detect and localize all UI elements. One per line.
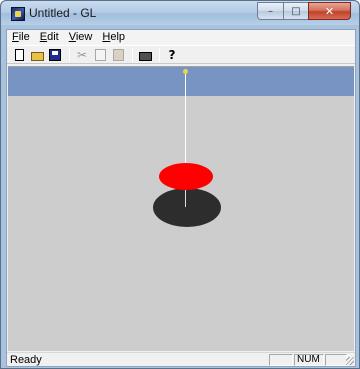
copy-button[interactable] [92, 47, 108, 63]
menu-view-rest: iew [75, 31, 93, 43]
pendulum-pivot [183, 69, 188, 74]
help-button[interactable]: ? [164, 47, 180, 63]
window-title: Untitled - GL [29, 6, 97, 20]
title-bar[interactable]: Untitled - GL – □ ✕ [1, 1, 359, 25]
menu-help[interactable]: Help [97, 30, 130, 45]
app-window: Untitled - GL – □ ✕ File Edit View Help … [0, 0, 360, 369]
copy-icon [94, 48, 106, 61]
close-button[interactable]: ✕ [308, 2, 351, 20]
save-button[interactable] [47, 47, 63, 63]
print-button[interactable] [137, 47, 153, 63]
print-icon [138, 51, 152, 61]
toolbar-separator [69, 47, 70, 62]
opengl-app-icon[interactable] [11, 7, 25, 21]
new-document-icon [14, 48, 24, 61]
status-pane-caps [269, 354, 293, 366]
disc-shadow [153, 188, 221, 227]
red-disc [159, 163, 213, 190]
menu-file[interactable]: File [7, 30, 35, 45]
menu-view[interactable]: View [64, 30, 98, 45]
toolbar-separator [132, 47, 133, 62]
toolbar: ✂ ? [7, 45, 355, 64]
paste-button[interactable] [110, 47, 126, 63]
status-message: Ready [10, 354, 42, 366]
menu-edit-rest: dit [47, 31, 59, 43]
toolbar-separator [159, 47, 160, 62]
minimize-button[interactable]: – [257, 2, 283, 20]
resize-grip[interactable] [346, 357, 354, 365]
status-bar: Ready NUM [7, 352, 355, 366]
window-controls: – □ ✕ [257, 2, 351, 20]
help-icon: ? [168, 47, 176, 62]
menu-edit[interactable]: Edit [35, 30, 64, 45]
client-area: File Edit View Help ✂ ? Ready NUM [6, 29, 356, 367]
menu-help-rest: elp [110, 31, 126, 43]
pendulum-string-lower [185, 190, 186, 207]
menu-file-rest: ile [18, 31, 30, 43]
cut-button[interactable]: ✂ [74, 47, 90, 63]
maximize-button[interactable]: □ [283, 2, 308, 20]
new-button[interactable] [11, 47, 27, 63]
save-disk-icon [49, 48, 61, 61]
open-button[interactable] [29, 47, 45, 63]
menu-bar: File Edit View Help [7, 30, 355, 45]
paste-icon [112, 48, 124, 61]
open-folder-icon [30, 51, 44, 61]
status-pane-num: NUM [294, 354, 324, 366]
cut-scissors-icon: ✂ [76, 47, 88, 62]
opengl-viewport[interactable] [8, 66, 354, 351]
scene-sky-band [8, 67, 354, 96]
status-pane-scroll [325, 354, 347, 366]
